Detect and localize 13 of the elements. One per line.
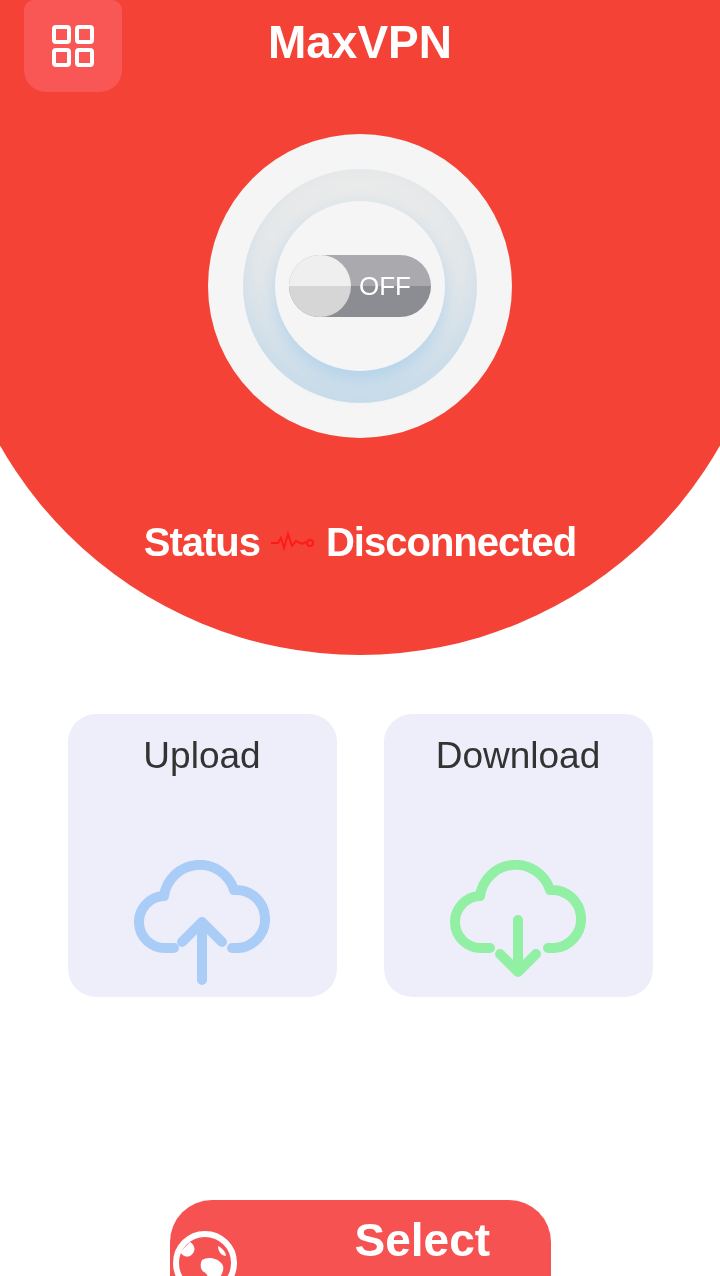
- menu-button[interactable]: [24, 0, 122, 92]
- card-label: Upload: [143, 736, 261, 776]
- pulse-icon: [269, 531, 316, 553]
- globe-icon: [171, 1230, 238, 1276]
- select-location-button[interactable]: Select: [169, 1200, 551, 1276]
- status-value: Disconnected: [325, 519, 577, 566]
- grid-icon: [51, 24, 95, 68]
- card-label: Download: [435, 736, 601, 776]
- app-title: MaxVPN: [267, 19, 453, 65]
- connect-toggle[interactable]: OFF: [289, 255, 431, 317]
- status-label: Status: [143, 519, 260, 566]
- cloud-upload-icon: [134, 860, 270, 986]
- button-label: Select: [354, 1213, 491, 1268]
